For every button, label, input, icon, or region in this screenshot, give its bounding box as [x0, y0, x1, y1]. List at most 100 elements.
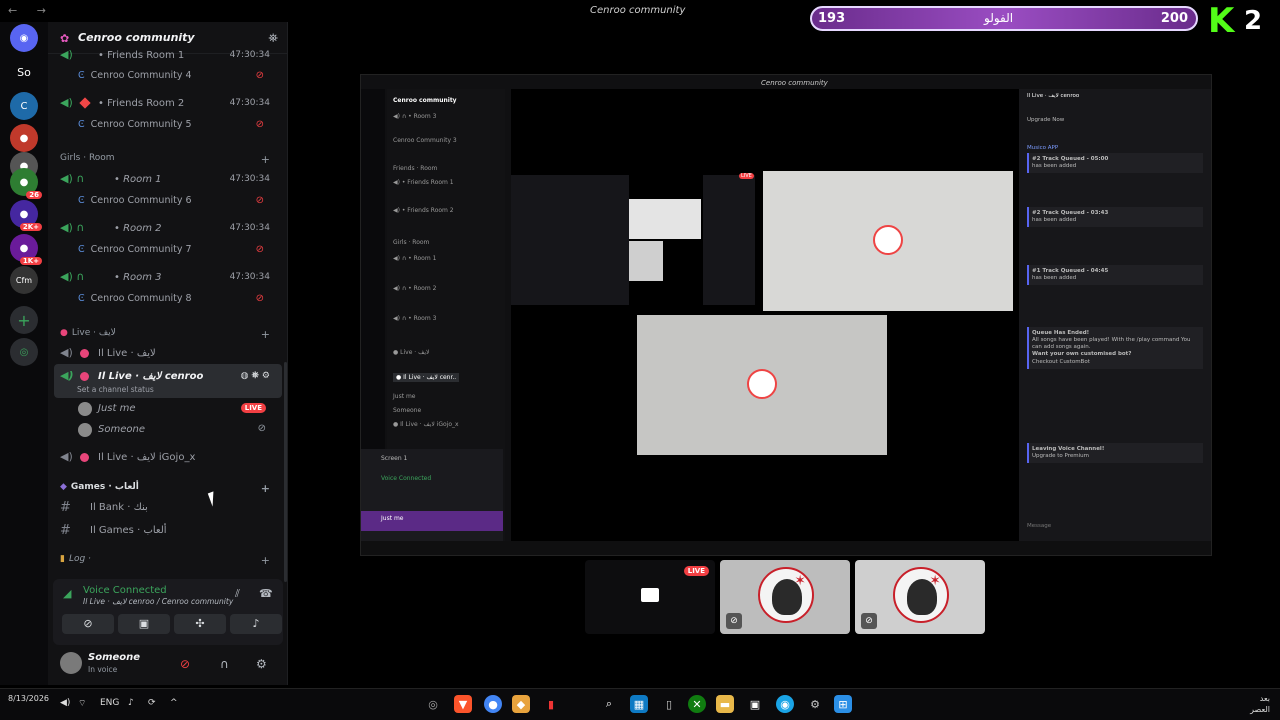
- app-icon[interactable]: ▮: [542, 695, 560, 713]
- channel-label: • Room 1: [114, 174, 162, 185]
- add-channel-icon[interactable]: +: [261, 554, 270, 567]
- voice-channel-friends-2[interactable]: ◀) • Friends Room 2 47:30:34: [60, 96, 282, 114]
- brave-icon[interactable]: ▼: [454, 695, 472, 713]
- server-so[interactable]: So: [10, 58, 38, 86]
- participant-tile-just-me[interactable]: ✶ ⊘: [720, 560, 850, 634]
- category-live[interactable]: ● Live · لايف +: [60, 328, 282, 344]
- server-avatar-5[interactable]: ● 1K+: [10, 234, 42, 265]
- server-cfm[interactable]: Cfm: [10, 266, 38, 294]
- chat-embed: #1 Track Queued - 04:45 has been added: [1027, 265, 1203, 286]
- sync-icon[interactable]: ⟳: [148, 698, 156, 708]
- channel-status[interactable]: Set a channel status: [77, 385, 277, 401]
- voice-channel-friends-1[interactable]: ◀) • Friends Room 1 47:30:34: [60, 48, 282, 66]
- server-avatar-4[interactable]: ● 2K+: [10, 200, 42, 231]
- store-icon[interactable]: ▣: [746, 695, 764, 713]
- chat-embed: #2 Track Queued - 03:43 has been added: [1027, 207, 1203, 228]
- text-channel-bank[interactable]: # Il Bank · بنك: [60, 500, 282, 518]
- anger-mark-icon: ✶: [794, 573, 806, 589]
- follow-goal-bar: 193 الفولو 200: [810, 6, 1198, 31]
- chat-text: Want your own customised bot?: [1032, 351, 1132, 358]
- voice-channel-room-2[interactable]: ◀) ∩ • Room 2 47:30:34: [60, 221, 282, 239]
- voice-channel-live[interactable]: ◀) Il Live · لايف: [60, 346, 282, 364]
- server-c[interactable]: C: [10, 92, 38, 120]
- channel-tools-icon[interactable]: ◍ ⛯ ⚙: [241, 371, 270, 381]
- log-icon: ▮: [60, 554, 65, 564]
- mini-taskbar: [361, 541, 1211, 555]
- camera-off-button[interactable]: ⊘: [62, 614, 114, 634]
- mini-live-badge: LIVE: [739, 173, 754, 179]
- chat-input[interactable]: Message: [1027, 523, 1203, 529]
- mic-icon[interactable]: ♪: [128, 698, 134, 708]
- add-member-icon[interactable]: ⛯: [268, 31, 278, 46]
- signal-icon[interactable]: ◢: [63, 587, 71, 600]
- member-name: Cenroo Community 4: [90, 70, 192, 81]
- category-log[interactable]: ▮ Log · +: [60, 554, 282, 570]
- add-channel-icon[interactable]: +: [261, 482, 270, 495]
- language-indicator[interactable]: ENG: [100, 698, 119, 708]
- channel-timer: 47:30:34: [229, 98, 270, 108]
- voice-icon: ◀) ∩: [60, 221, 85, 234]
- app-icon[interactable]: ◆: [512, 695, 530, 713]
- sidebar-scrollbar[interactable]: [284, 362, 287, 582]
- add-channel-icon[interactable]: +: [261, 153, 270, 166]
- voice-connected-label[interactable]: Voice Connected: [83, 585, 167, 596]
- chat-text: has been added: [1032, 217, 1077, 224]
- settings-gear-icon[interactable]: ⚙: [806, 695, 824, 713]
- mini-guild-name: Cenroo community: [393, 97, 457, 104]
- settings-gear-icon[interactable]: ⚙: [256, 657, 267, 671]
- taskbar-date: 8/13/2026: [8, 693, 49, 704]
- nav-arrows[interactable]: ← →: [8, 4, 54, 17]
- disconnect-icon[interactable]: ☎: [259, 587, 273, 600]
- mini-row: ◀) ∩ • Room 3: [393, 315, 437, 322]
- edge-icon[interactable]: ◉: [776, 695, 794, 713]
- kick-counter: 2: [1244, 6, 1263, 36]
- obs-icon[interactable]: ◎: [424, 695, 442, 713]
- voice-channel-live-igojo[interactable]: ◀) Il Live · لايف iGojo_x: [60, 450, 282, 468]
- activities-button[interactable]: ✣: [174, 614, 226, 634]
- camera-off-icon: ⊘: [861, 613, 877, 629]
- text-channel-games[interactable]: # Il Games · ألعاب: [60, 523, 282, 541]
- participant-tile-someone[interactable]: ✶ ⊘: [855, 560, 985, 634]
- hash-icon: #: [60, 523, 71, 538]
- file-explorer-icon[interactable]: ▬: [716, 695, 734, 713]
- noise-suppression-icon[interactable]: ⫽: [235, 587, 240, 601]
- category-games[interactable]: ◆ Games · ألعاب +: [60, 482, 282, 498]
- discover-icon[interactable]: ◎: [10, 338, 38, 366]
- headphones-icon[interactable]: ∩: [220, 657, 229, 671]
- server-avatar-1[interactable]: ●: [10, 124, 38, 152]
- tray-expand-icon[interactable]: ^: [170, 698, 178, 708]
- server-avatar-3[interactable]: ● 26: [10, 168, 42, 199]
- voice-user-just-me[interactable]: Just me LIVE: [78, 402, 278, 420]
- taskbar-clock: بعد العصر: [1250, 693, 1270, 715]
- voice-channel-room-3[interactable]: ◀) ∩ • Room 3 47:30:34: [60, 270, 282, 288]
- photos-icon[interactable]: ▦: [630, 695, 648, 713]
- channel-member: Ͼ Cenroo Community 7 ⊘: [78, 244, 278, 260]
- discord-icon[interactable]: ◉: [10, 24, 38, 52]
- chrome-icon[interactable]: ●: [484, 695, 502, 713]
- category-girls[interactable]: Girls · Room +: [60, 153, 282, 169]
- windows-start-icon[interactable]: ⊞: [834, 695, 852, 713]
- mute-icon[interactable]: ⊘: [180, 657, 190, 671]
- app-icon[interactable]: ▯: [660, 695, 678, 713]
- soundboard-button[interactable]: ♪: [230, 614, 282, 634]
- deafened-icon: ⊘: [255, 119, 264, 130]
- chat-message: Leaving Voice Channel! Upgrade to Premium: [1027, 441, 1203, 464]
- participant-tile-stream[interactable]: LIVE: [585, 560, 715, 634]
- avatar[interactable]: [60, 652, 82, 674]
- wifi-icon[interactable]: ⌔: [78, 698, 86, 709]
- voice-channel-path[interactable]: Il Live · لايف cenroo / Cenroo community: [83, 597, 233, 606]
- shared-screen[interactable]: Cenroo community Cenroo community ◀) ∩ •…: [360, 74, 1212, 556]
- xbox-icon[interactable]: ✕: [688, 695, 706, 713]
- add-server-icon[interactable]: +: [10, 306, 38, 334]
- user-name[interactable]: Someone: [88, 652, 140, 663]
- speaker-icon[interactable]: ◀): [60, 698, 70, 708]
- search-icon[interactable]: ⌕: [600, 695, 618, 713]
- mini-nested-tile: [629, 199, 701, 239]
- kick-logo-icon: K: [1208, 1, 1235, 41]
- mini-voice-label: Voice Connected: [381, 475, 432, 482]
- add-channel-icon[interactable]: +: [261, 328, 270, 341]
- voice-user-someone[interactable]: Someone ⊘: [78, 423, 278, 441]
- screen-share-button[interactable]: ▣: [118, 614, 170, 634]
- voice-channel-room-1[interactable]: ◀) ∩ • Room 1 47:30:34: [60, 172, 282, 190]
- deafened-icon: ⊘: [255, 244, 264, 255]
